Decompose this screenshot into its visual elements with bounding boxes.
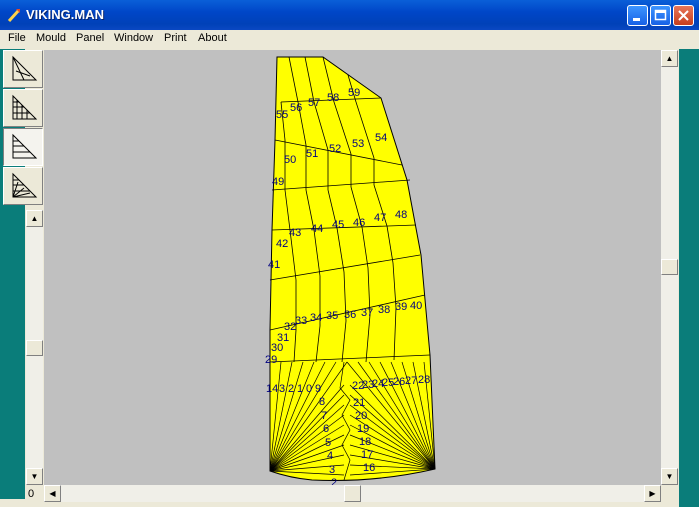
- panel-label-52: 52: [329, 143, 341, 155]
- corner-value: 0: [28, 488, 35, 500]
- sail-cross-grid-icon: [12, 172, 38, 198]
- panel-label-34: 34: [310, 312, 322, 324]
- foot-label-3: 3: [329, 464, 335, 476]
- foot-label-8: 8: [319, 396, 325, 408]
- window-title: VIKING.MAN: [26, 7, 104, 22]
- panel-label-56: 56: [290, 102, 302, 114]
- foot-label-20: 20: [355, 410, 367, 422]
- panel-label-35: 35: [326, 310, 338, 322]
- foot-label-28: 28: [418, 374, 430, 386]
- tool-sail-horizontal-panels[interactable]: [3, 128, 43, 166]
- right-vertical-scrollbar[interactable]: ▲ ▼: [661, 50, 678, 485]
- tool-sail-outline[interactable]: [3, 50, 43, 88]
- scroll-up-button[interactable]: ▲: [661, 50, 678, 67]
- panel-label-49: 49: [272, 176, 284, 188]
- panel-label-51: 51: [306, 148, 318, 160]
- menu-window[interactable]: Window: [114, 32, 153, 44]
- sail-plan-drawing: 5556 57 58 5950 51 52 53 544943 44 45 46 47 48424132…: [265, 56, 436, 502]
- app-window: VIKING.MAN File Mould Panel Window Print…: [0, 0, 699, 507]
- sail-outline-icon: [12, 55, 38, 81]
- scroll-up-button[interactable]: ▲: [26, 210, 43, 227]
- close-icon: [678, 10, 689, 21]
- title-bar[interactable]: VIKING.MAN: [0, 0, 699, 30]
- panel-label-43: 43: [289, 227, 301, 239]
- maximize-button[interactable]: [650, 5, 671, 26]
- panel-label-55: 55: [276, 109, 288, 121]
- panel-label-45: 45: [332, 219, 344, 231]
- foot-label-16: 16: [363, 462, 375, 474]
- foot-label-18: 18: [359, 436, 371, 448]
- foot-label-0: 0: [306, 383, 312, 395]
- panel-label-41: 41: [268, 259, 280, 271]
- menu-print[interactable]: Print: [164, 32, 187, 44]
- menu-mould[interactable]: Mould: [36, 32, 66, 44]
- panel-label-48: 48: [395, 209, 407, 221]
- foot-label-6: 6: [323, 423, 329, 435]
- menu-panel[interactable]: Panel: [76, 32, 104, 44]
- foot-label-5: 5: [325, 437, 331, 449]
- panel-label-29: 29: [265, 354, 277, 366]
- scroll-right-button[interactable]: ▶: [644, 485, 661, 502]
- scroll-thumb[interactable]: [661, 259, 678, 275]
- sail-drawing-canvas[interactable]: 55 56 57 58 59 50 51 52 53 54 49 43 44 45 46 47 48 42 41 32…: [44, 50, 661, 502]
- foot-label-14: 14: [266, 383, 278, 395]
- panel-label-30: 30: [271, 342, 283, 354]
- menu-file[interactable]: File: [8, 32, 26, 44]
- panel-label-58: 58: [327, 92, 339, 104]
- view-toolbar: [2, 48, 44, 210]
- panel-label-37: 37: [361, 307, 373, 319]
- scroll-thumb[interactable]: [344, 485, 361, 502]
- menu-bar: File Mould Panel Window Print About: [0, 30, 699, 49]
- panel-label-39: 39: [395, 301, 407, 313]
- panel-label-33: 33: [295, 315, 307, 327]
- panel-label-42: 42: [276, 238, 288, 250]
- foot-label-21: 21: [353, 397, 365, 409]
- tool-sail-cross-grid[interactable]: [3, 167, 43, 205]
- panel-label-40: 40: [410, 300, 422, 312]
- panel-label-59: 59: [348, 87, 360, 99]
- foot-label-9: 9: [315, 383, 321, 395]
- foot-label-17: 17: [361, 449, 373, 461]
- scroll-left-button[interactable]: ◀: [44, 485, 61, 502]
- maximize-icon: [654, 9, 667, 21]
- panel-label-38: 38: [378, 304, 390, 316]
- foot-label-4: 4: [327, 450, 333, 462]
- foot-label-19: 19: [357, 423, 369, 435]
- panel-label-54: 54: [375, 132, 387, 144]
- foot-label-26: 26: [393, 376, 405, 388]
- close-button[interactable]: [673, 5, 694, 26]
- app-icon[interactable]: [6, 7, 22, 23]
- panel-label-53: 53: [352, 138, 364, 150]
- panel-label-57: 57: [308, 97, 320, 109]
- foot-label-1: 1: [297, 383, 303, 395]
- sail-grid-icon: [12, 94, 38, 120]
- panel-label-47: 47: [374, 212, 386, 224]
- left-vertical-scrollbar[interactable]: ▲ ▼: [26, 210, 43, 485]
- minimize-button[interactable]: [627, 5, 648, 26]
- panel-label-46: 46: [353, 217, 365, 229]
- mdi-background-right: [679, 49, 699, 507]
- foot-label-2: 2: [288, 383, 294, 395]
- tool-sail-grid[interactable]: [3, 89, 43, 127]
- scroll-down-button[interactable]: ▼: [26, 468, 43, 485]
- foot-label-7: 7: [321, 410, 327, 422]
- minimize-icon: [633, 18, 640, 21]
- foot-label-3: 3: [279, 383, 285, 395]
- menu-about[interactable]: About: [198, 32, 227, 44]
- panel-label-44: 44: [311, 223, 323, 235]
- foot-label-2: 2: [331, 477, 337, 485]
- sail-horizontal-panels-icon: [12, 133, 38, 159]
- scroll-down-button[interactable]: ▼: [661, 468, 678, 485]
- horizontal-scrollbar[interactable]: ◀ ▶: [44, 485, 661, 502]
- scroll-thumb[interactable]: [26, 340, 43, 356]
- panel-label-36: 36: [344, 309, 356, 321]
- foot-label-27: 27: [405, 375, 417, 387]
- panel-label-50: 50: [284, 154, 296, 166]
